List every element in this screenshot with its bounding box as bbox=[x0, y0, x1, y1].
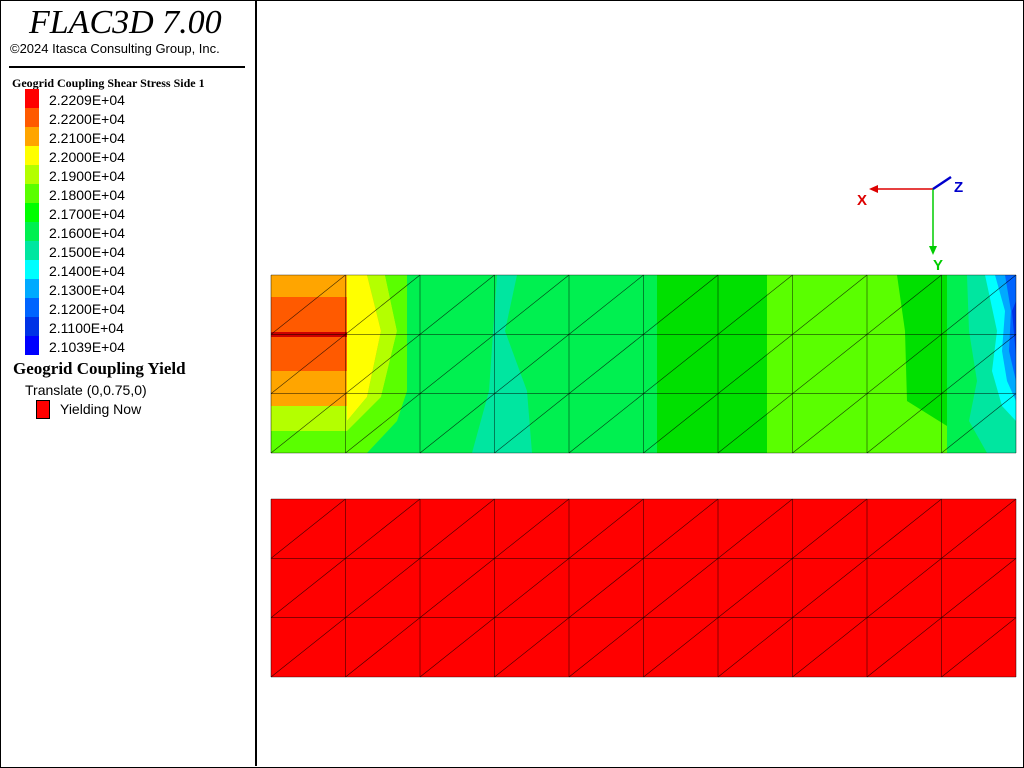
contour-swatch bbox=[25, 241, 39, 260]
contour-level-label: 2.1300E+04 bbox=[49, 282, 125, 298]
contour-swatch bbox=[25, 165, 39, 184]
contour-level-label: 2.1600E+04 bbox=[49, 225, 125, 241]
contour-level-label: 2.1700E+04 bbox=[49, 206, 125, 222]
contour-level-label: 2.1500E+04 bbox=[49, 244, 125, 260]
contour-band bbox=[271, 431, 347, 453]
contour-swatch bbox=[25, 336, 39, 355]
model-canvas[interactable]: X Y Z bbox=[257, 1, 1022, 766]
copyright-text: ©2024 Itasca Consulting Group, Inc. bbox=[10, 41, 220, 56]
contour-level-label: 2.1100E+04 bbox=[49, 320, 124, 336]
contour-legend-heading: Geogrid Coupling Shear Stress Side 1 bbox=[12, 76, 205, 90]
yield-legend-heading: Geogrid Coupling Yield bbox=[13, 359, 186, 378]
contour-level-label: 2.2200E+04 bbox=[49, 111, 125, 127]
yield-item-label: Yielding Now bbox=[60, 401, 142, 417]
contour-level-label: 2.2209E+04 bbox=[49, 92, 125, 108]
legend-panel: FLAC3D 7.00 ©2024 Itasca Consulting Grou… bbox=[1, 1, 257, 766]
contour-swatch bbox=[25, 317, 39, 336]
contour-swatch bbox=[25, 127, 39, 146]
contour-swatch bbox=[25, 146, 39, 165]
contour-level-label: 2.1200E+04 bbox=[49, 301, 125, 317]
contour-band bbox=[657, 275, 767, 453]
contour-swatch bbox=[25, 89, 39, 108]
contour-swatch bbox=[25, 222, 39, 241]
contour-level-label: 2.1800E+04 bbox=[49, 187, 125, 203]
contour-swatch bbox=[25, 279, 39, 298]
contour-level-label: 2.1039E+04 bbox=[49, 339, 125, 355]
axis-triad: X Y Z bbox=[857, 175, 963, 274]
contour-swatch bbox=[25, 260, 39, 279]
translate-label: Translate (0,0.75,0) bbox=[25, 382, 147, 398]
x-axis-arrow bbox=[869, 185, 878, 193]
contour-level-label: 2.1900E+04 bbox=[49, 168, 125, 184]
contour-swatch bbox=[25, 203, 39, 222]
contour-level-label: 2.1400E+04 bbox=[49, 263, 125, 279]
shear-stress-contour-plot bbox=[270, 274, 1017, 454]
x-axis-label: X bbox=[857, 192, 867, 209]
y-axis-label: Y bbox=[933, 257, 943, 274]
y-axis-arrow bbox=[929, 246, 937, 255]
z-axis-label: Z bbox=[954, 179, 963, 196]
app-title: FLAC3D 7.00 bbox=[29, 4, 222, 41]
contour-swatch bbox=[25, 184, 39, 203]
yield-state-plot bbox=[270, 498, 1017, 678]
title-divider bbox=[9, 66, 245, 68]
model-viewport[interactable]: X Y Z bbox=[257, 1, 1022, 766]
contour-level-label: 2.2100E+04 bbox=[49, 130, 125, 146]
yield-swatch bbox=[36, 400, 50, 419]
contour-swatch bbox=[25, 298, 39, 317]
z-axis-line bbox=[932, 175, 952, 191]
contour-level-label: 2.2000E+04 bbox=[49, 149, 125, 165]
contour-swatch bbox=[25, 108, 39, 127]
